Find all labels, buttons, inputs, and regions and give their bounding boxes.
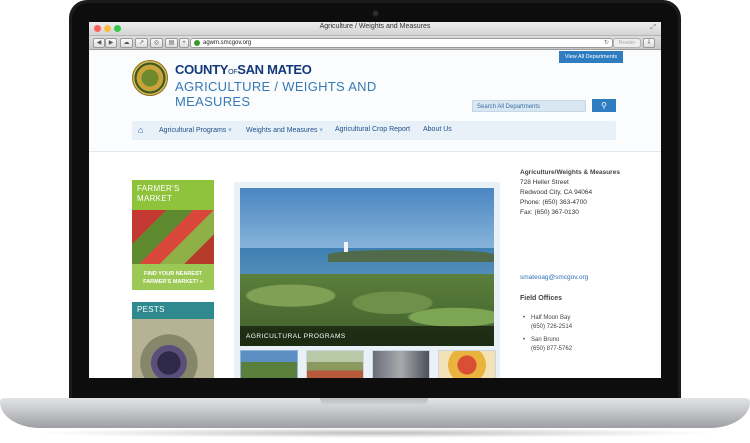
share-icon[interactable]: ↗	[135, 38, 148, 48]
main-nav: ⌂ Agricultural Programs ▾ Weights and Me…	[132, 121, 616, 140]
slide-thumbnail[interactable]	[306, 350, 364, 378]
window-titlebar: Agriculture / Weights and Measures ⤢	[89, 22, 661, 36]
reading-list-icon[interactable]: ◎	[150, 38, 163, 48]
bookmarks-icon[interactable]: ▤	[165, 38, 178, 48]
farmers-market-cta[interactable]: FIND YOUR NEAREST FARMER'S MARKET! »	[132, 264, 214, 290]
chevron-down-icon: ▾	[228, 127, 232, 134]
laptop-notch	[320, 398, 428, 406]
nav-item-crop-report[interactable]: Agricultural Crop Report	[335, 126, 410, 133]
reload-icon[interactable]: ↻	[604, 39, 609, 47]
county-of-word: OF	[228, 69, 238, 76]
nav-label: About Us	[423, 126, 452, 133]
card-title: PESTS	[132, 302, 214, 319]
url-text: agwm.smcgov.org	[203, 40, 252, 46]
browser-window: Agriculture / Weights and Measures ⤢ ◀ ▶…	[89, 22, 661, 378]
list-item: Half Moon Bay (650) 726-2514	[520, 314, 572, 332]
county-wordmark[interactable]: COUNTYOFSAN MATEO	[175, 62, 312, 77]
field-offices-list: Half Moon Bay (650) 726-2514 San Bruno (…	[520, 314, 572, 358]
office-phone: (650) 877-5762	[531, 346, 573, 352]
pests-card[interactable]: PESTS	[132, 302, 214, 378]
home-icon[interactable]: ⌂	[138, 125, 143, 135]
window-title: Agriculture / Weights and Measures	[319, 23, 431, 30]
back-button[interactable]: ◀	[93, 38, 105, 48]
lighthouse-shape	[344, 242, 348, 252]
search-icon: ⚲	[601, 101, 607, 110]
contact-email-link[interactable]: smateoag@smcgov.org	[520, 274, 588, 281]
contact-block: Agriculture/Weights & Measures 728 Helle…	[520, 168, 630, 218]
nav-item-agricultural-programs[interactable]: Agricultural Programs ▾	[159, 126, 232, 134]
farmers-market-card[interactable]: FARMER'S MARKET FIND YOUR NEAREST FARMER…	[132, 180, 214, 290]
web-page: View All Departments COUNTYOFSAN MATEO A…	[89, 50, 661, 378]
slide-thumbnail[interactable]	[240, 350, 298, 378]
office-name: San Bruno	[531, 337, 560, 343]
nav-item-about-us[interactable]: About Us	[423, 126, 452, 133]
site-favicon-icon	[194, 40, 200, 46]
field-offices-title: Field Offices	[520, 295, 563, 302]
nav-label: Agricultural Crop Report	[335, 126, 411, 133]
contact-city: Redwood City, CA 94064	[520, 189, 593, 196]
produce-image	[132, 210, 214, 264]
card-title: FARMER'S MARKET	[132, 180, 214, 210]
fullscreen-icon[interactable]: ⤢	[650, 24, 656, 32]
office-name: Half Moon Bay	[531, 315, 571, 321]
forward-button[interactable]: ▶	[105, 38, 117, 48]
downloads-icon[interactable]: ⇩	[643, 38, 655, 48]
list-item: San Bruno (650) 877-5762	[520, 336, 572, 354]
contact-title: Agriculture/Weights & Measures	[520, 169, 620, 176]
address-bar[interactable]: agwm.smcgov.org ↻	[190, 38, 613, 48]
nav-item-weights-and-measures[interactable]: Weights and Measures ▾	[246, 126, 323, 134]
header-divider	[89, 151, 661, 152]
slide-thumbnail[interactable]	[438, 350, 496, 378]
contact-phone: Phone: (650) 363-4700	[520, 199, 587, 206]
county-name: SAN MATEO	[237, 62, 312, 77]
browser-toolbar: ◀ ▶ ☁ ↗ ◎ ▤ + agwm.smcgov.org ↻ Reader ⇩	[89, 36, 661, 50]
search-input[interactable]: Search All Departments	[472, 100, 586, 112]
feature-caption: AGRICULTURAL PROGRAMS	[246, 333, 346, 340]
county-seal-logo	[132, 60, 168, 96]
add-tab-icon[interactable]: +	[179, 38, 189, 48]
laptop-shadow	[30, 428, 720, 438]
slide-thumbnail[interactable]	[372, 350, 430, 378]
chevron-down-icon: ▾	[319, 127, 323, 134]
grapes-image	[132, 319, 214, 378]
cloud-tabs-icon[interactable]: ☁	[120, 38, 133, 48]
nav-label: Weights and Measures	[246, 127, 318, 134]
search-button[interactable]: ⚲	[592, 99, 616, 112]
office-phone: (650) 726-2514	[531, 324, 573, 330]
department-title: AGRICULTURE / WEIGHTS AND MEASURES	[175, 79, 377, 109]
feature-slideshow: AGRICULTURAL PROGRAMS	[234, 182, 500, 378]
camera-icon	[373, 11, 378, 16]
county-word: COUNTY	[175, 62, 229, 77]
feature-image[interactable]: AGRICULTURAL PROGRAMS	[240, 188, 494, 346]
nav-label: Agricultural Programs	[159, 127, 227, 134]
contact-street: 728 Heller Street	[520, 179, 569, 186]
view-all-departments-button[interactable]: View All Departments	[559, 51, 623, 63]
reader-button[interactable]: Reader	[613, 38, 641, 48]
contact-fax: Fax: (650) 367-0130	[520, 209, 579, 216]
